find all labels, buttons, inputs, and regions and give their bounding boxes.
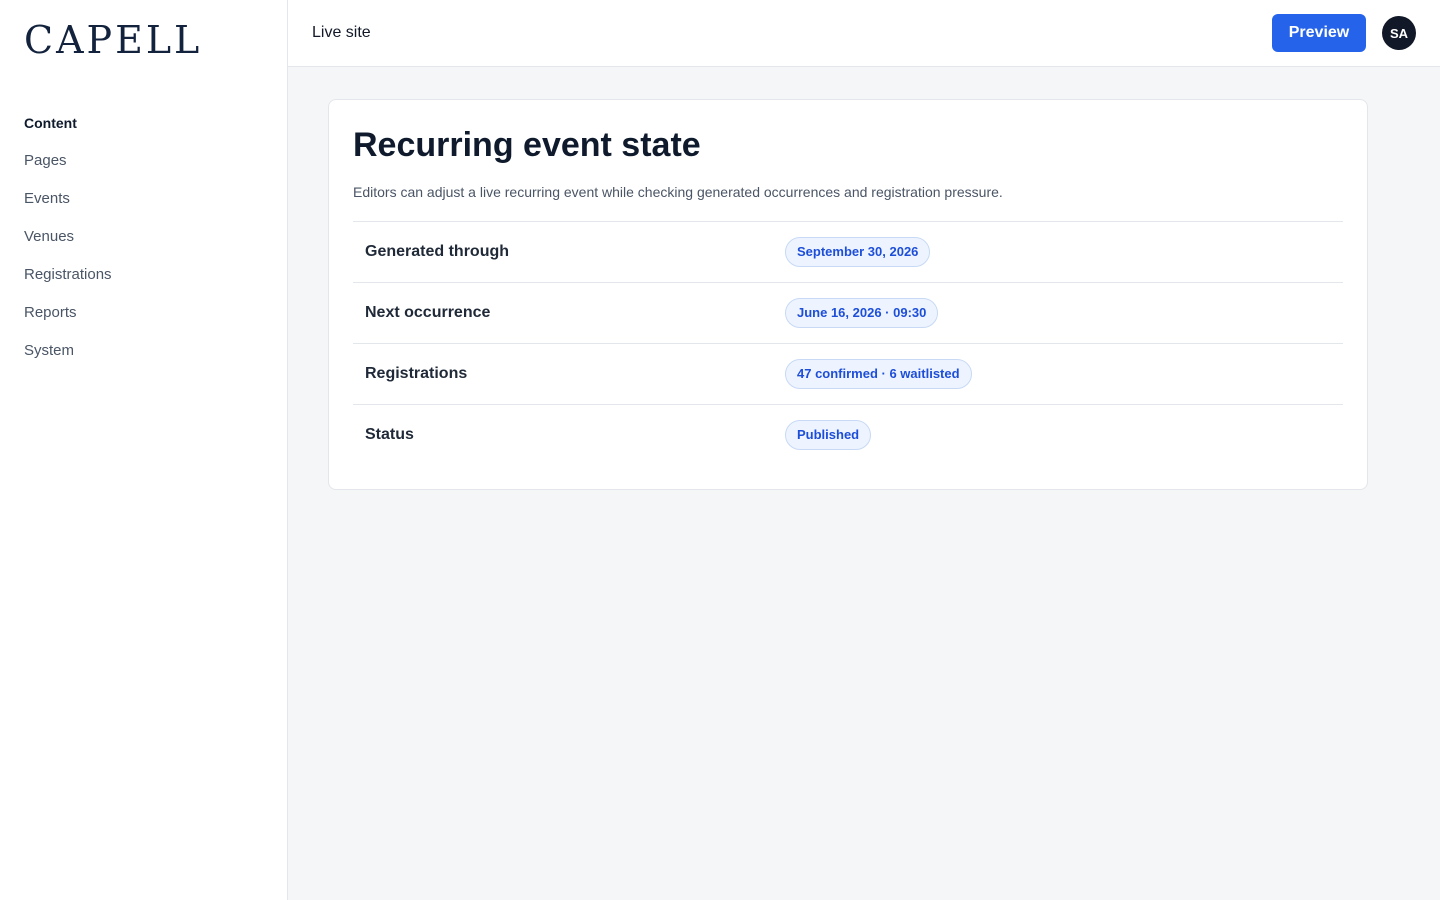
brand-logo[interactable]: CAPELL xyxy=(24,18,202,62)
sidebar: CAPELL Content Pages Events Venues Regis… xyxy=(0,0,288,900)
event-state-card: Recurring event state Editors can adjust… xyxy=(328,99,1368,490)
sidebar-item-system[interactable]: System xyxy=(24,340,112,362)
status-badge: Published xyxy=(785,420,872,450)
sidebar-item-registrations[interactable]: Registrations xyxy=(24,264,112,286)
sidebar-item-reports[interactable]: Reports xyxy=(24,302,112,324)
nav-heading-content: Content xyxy=(24,115,77,131)
table-row-generated-through: Generated through September 30, 2026 xyxy=(353,222,1343,283)
value-badge: September 30, 2026 xyxy=(785,237,931,267)
row-label: Status xyxy=(365,426,414,443)
top-bar: Live site Preview SA xyxy=(288,0,1440,67)
page-description: Editors can adjust a live recurring even… xyxy=(353,184,1003,200)
state-table: Generated through September 30, 2026 Nex… xyxy=(353,221,1343,466)
row-label: Next occurrence xyxy=(365,304,491,321)
table-row-registrations: Registrations 47 confirmed · 6 waitliste… xyxy=(353,344,1343,405)
sidebar-item-events[interactable]: Events xyxy=(24,188,112,210)
row-label: Registrations xyxy=(365,365,468,382)
row-label: Generated through xyxy=(365,243,510,260)
table-row-status: Status Published xyxy=(353,405,1343,466)
value-badge: June 16, 2026 · 09:30 xyxy=(785,298,939,328)
user-avatar[interactable]: SA xyxy=(1382,16,1416,50)
table-row-next-occurrence: Next occurrence June 16, 2026 · 09:30 xyxy=(353,283,1343,344)
sidebar-item-venues[interactable]: Venues xyxy=(24,226,112,248)
sidebar-nav: Content Pages Events Venues Registration… xyxy=(24,112,112,362)
live-site-link[interactable]: Live site xyxy=(312,22,371,44)
preview-button[interactable]: Preview xyxy=(1272,14,1366,52)
page-title: Recurring event state xyxy=(353,126,701,164)
sidebar-item-pages[interactable]: Pages xyxy=(24,150,112,172)
value-badge: 47 confirmed · 6 waitlisted xyxy=(785,359,972,389)
